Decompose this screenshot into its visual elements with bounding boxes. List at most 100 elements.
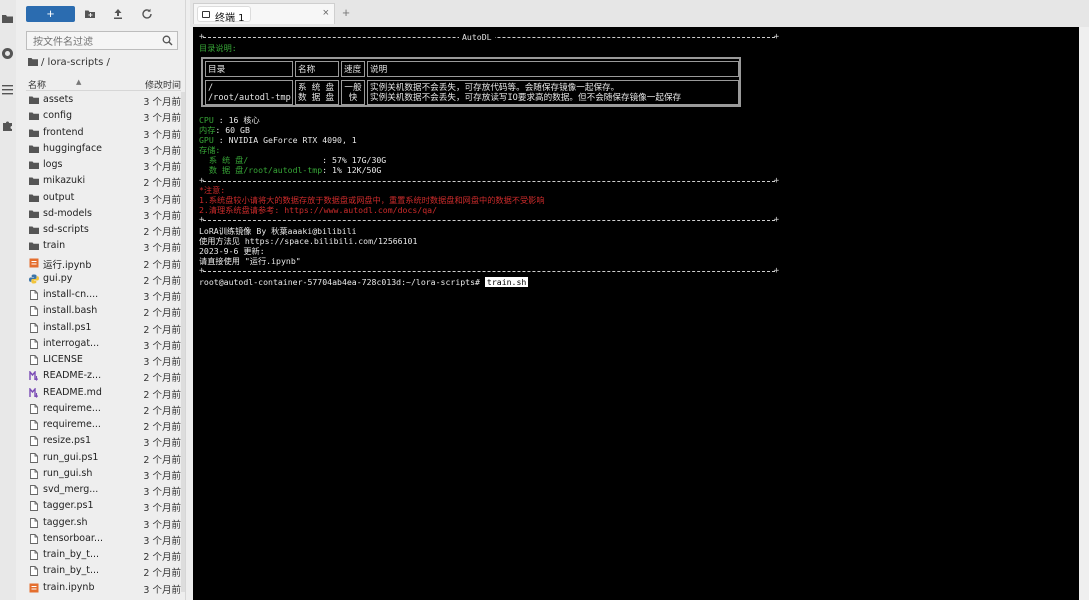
file-name[interactable]: install.ps1	[43, 322, 131, 333]
file-row[interactable]: logs 3 个月前	[26, 157, 181, 173]
file-name[interactable]: README.md	[43, 387, 131, 398]
file-name[interactable]: LICENSE	[43, 354, 131, 365]
file-row[interactable]: interrogat... 3 个月前	[26, 336, 181, 352]
file-row[interactable]: tagger.sh 3 个月前	[26, 515, 181, 531]
file-row[interactable]: LICENSE 3 个月前	[26, 352, 181, 368]
file-row[interactable]: train_by_t... 2 个月前	[26, 563, 181, 579]
file-row[interactable]: output 3 个月前	[26, 190, 181, 206]
file-name[interactable]: install-cn....	[43, 289, 131, 300]
terminal-icon	[202, 11, 210, 18]
new-launcher-button[interactable]: +	[26, 6, 75, 22]
file-icon	[30, 533, 38, 544]
file-row[interactable]: train 3 个月前	[26, 238, 181, 254]
file-row[interactable]: install.ps1 2 个月前	[26, 320, 181, 336]
file-row[interactable]: tagger.ps1 3 个月前	[26, 498, 181, 514]
file-row[interactable]: run_gui.ps1 2 个月前	[26, 450, 181, 466]
file-row[interactable]: 运行.ipynb 2 个月前	[26, 255, 181, 271]
file-row[interactable]: requireme... 2 个月前	[26, 417, 181, 433]
file-name[interactable]: huggingface	[43, 143, 131, 154]
file-row[interactable]: gui.py 2 个月前	[26, 271, 181, 287]
file-name[interactable]: gui.py	[43, 273, 131, 284]
column-name-header[interactable]: 名称	[28, 78, 46, 91]
command-input[interactable]: train.sh	[484, 277, 529, 287]
file-name[interactable]: 运行.ipynb	[43, 257, 131, 271]
add-tab-button[interactable]: +	[339, 5, 353, 21]
file-toolbar: +	[26, 6, 186, 22]
file-name[interactable]: run_gui.ps1	[43, 452, 131, 463]
file-row[interactable]: requireme... 2 个月前	[26, 401, 181, 417]
refresh-icon[interactable]	[141, 8, 153, 20]
file-list-scrollbar[interactable]	[181, 92, 185, 592]
file-name[interactable]: train.ipynb	[43, 582, 131, 593]
file-name[interactable]: tagger.ps1	[43, 500, 131, 511]
file-name[interactable]: requireme...	[43, 419, 131, 430]
file-name[interactable]: frontend	[43, 127, 131, 138]
new-folder-icon[interactable]	[84, 8, 96, 20]
file-name[interactable]: train_by_t...	[43, 549, 131, 560]
file-row[interactable]: train.ipynb 3 个月前	[26, 580, 181, 596]
notice-title: *注意:	[199, 185, 226, 195]
mem-value: : 60 GB	[215, 125, 250, 135]
file-row[interactable]: sd-scripts 2 个月前	[26, 222, 181, 238]
file-modified: 3 个月前	[143, 145, 181, 157]
file-modified: 3 个月前	[143, 113, 181, 125]
folder-icon[interactable]	[1, 12, 14, 25]
file-name[interactable]: sd-scripts	[43, 224, 131, 235]
file-icon	[30, 403, 38, 414]
column-modified-header[interactable]: 修改时间	[145, 78, 181, 91]
file-row[interactable]: install-cn.... 3 个月前	[26, 287, 181, 303]
terminal-scrollbar[interactable]	[1079, 27, 1089, 600]
table-header-dir: 目录	[205, 61, 293, 77]
file-name[interactable]: train	[43, 240, 131, 251]
file-modified: 3 个月前	[143, 340, 181, 352]
breadcrumb[interactable]: / lora-scripts /	[28, 57, 110, 68]
file-row[interactable]: mikazuki 2 个月前	[26, 173, 181, 189]
breadcrumb-path[interactable]: / lora-scripts /	[41, 57, 110, 68]
running-icon[interactable]	[1, 47, 14, 60]
file-row[interactable]: huggingface 3 个月前	[26, 141, 181, 157]
file-row[interactable]: frontend 3 个月前	[26, 125, 181, 141]
close-icon[interactable]: ×	[323, 7, 329, 19]
file-name[interactable]: interrogat...	[43, 338, 131, 349]
folder-icon	[28, 58, 38, 66]
file-name[interactable]: requireme...	[43, 403, 131, 414]
file-modified: 2 个月前	[143, 373, 181, 385]
file-filter-input[interactable]	[27, 34, 155, 51]
tab-terminal-1[interactable]: 终端 1 ×	[193, 3, 335, 24]
file-row[interactable]: sd-models 3 个月前	[26, 206, 181, 222]
terminal-output[interactable]: + + AutoDL 目录说明: 目录 名称 速度 说明 //root/autod…	[193, 27, 1079, 600]
extension-icon[interactable]	[1, 119, 14, 132]
file-icon	[30, 550, 38, 560]
file-name[interactable]: run_gui.sh	[43, 468, 131, 479]
file-row[interactable]: assets 3 个月前	[26, 92, 181, 108]
file-row[interactable]: resize.ps1 3 个月前	[26, 433, 181, 449]
sys-disk-line: 系 统 盘/ : 57% 17G/30G	[199, 155, 386, 165]
file-name[interactable]: logs	[43, 159, 131, 170]
file-row[interactable]: README-z... 2 个月前	[26, 368, 181, 384]
file-row[interactable]: config 3 个月前	[26, 108, 181, 124]
file-name[interactable]: README-z...	[43, 370, 131, 381]
file-name[interactable]: tensorboar...	[43, 533, 131, 544]
file-name[interactable]: tagger.sh	[43, 517, 131, 528]
file-row[interactable]: svd_merg... 3 个月前	[26, 482, 181, 498]
file-name[interactable]: assets	[43, 94, 131, 105]
file-name[interactable]: output	[43, 192, 131, 203]
upload-icon[interactable]	[112, 8, 124, 20]
file-modified: 3 个月前	[143, 535, 181, 547]
file-name[interactable]: config	[43, 110, 131, 121]
file-row[interactable]: install.bash 2 个月前	[26, 303, 181, 319]
file-row[interactable]: tensorboar... 3 个月前	[26, 531, 181, 547]
file-name[interactable]: resize.ps1	[43, 435, 131, 446]
gpu-label: GPU	[199, 135, 219, 145]
file-row[interactable]: run_gui.sh 3 个月前	[26, 466, 181, 482]
file-name[interactable]: install.bash	[43, 305, 131, 316]
file-icon	[30, 306, 38, 317]
file-name[interactable]: svd_merg...	[43, 484, 131, 495]
file-row[interactable]: README.md 2 个月前	[26, 385, 181, 401]
file-name[interactable]: train_by_t...	[43, 565, 131, 576]
toc-icon[interactable]	[1, 83, 14, 96]
file-modified: 3 个月前	[143, 584, 181, 596]
file-name[interactable]: sd-models	[43, 208, 131, 219]
file-row[interactable]: train_by_t... 2 个月前	[26, 547, 181, 563]
file-name[interactable]: mikazuki	[43, 175, 131, 186]
